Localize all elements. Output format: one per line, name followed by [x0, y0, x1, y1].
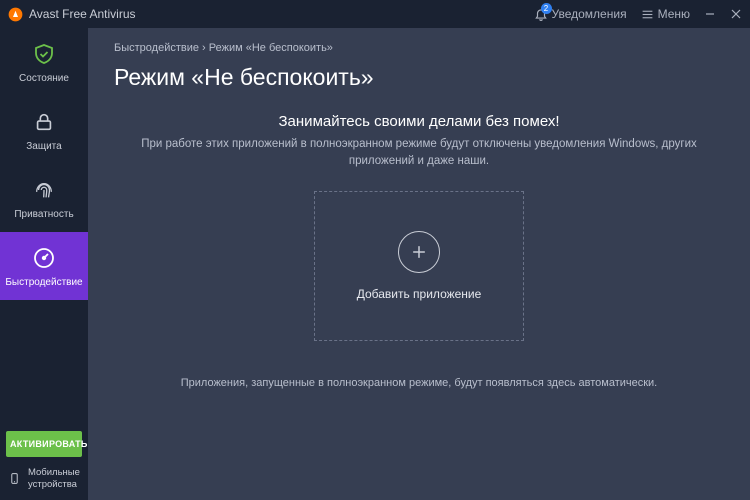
hamburger-icon: [641, 8, 654, 21]
sidebar-item-performance[interactable]: Быстродействие: [0, 232, 88, 300]
mobile-label: Мобильные устройства: [28, 467, 80, 490]
gauge-icon: [31, 245, 57, 271]
bell-icon: 2: [534, 7, 548, 21]
app-window: Avast Free Antivirus 2 Уведомления Меню: [0, 0, 750, 500]
titlebar-right: 2 Уведомления Меню: [534, 7, 742, 21]
mobile-icon: [8, 472, 22, 485]
sidebar-item-label: Приватность: [14, 209, 73, 220]
sidebar-item-label: Быстродействие: [5, 277, 82, 288]
notifications-button[interactable]: 2 Уведомления: [534, 7, 627, 21]
add-application-label: Добавить приложение: [357, 287, 482, 301]
footer-note: Приложения, запущенные в полноэкранном р…: [114, 377, 724, 389]
sidebar-bottom: АКТИВИРОВАТЬ Мобильные устройства: [0, 423, 88, 500]
sidebar-item-privacy[interactable]: Приватность: [0, 164, 88, 232]
titlebar-left: Avast Free Antivirus: [8, 7, 136, 22]
activate-button[interactable]: АКТИВИРОВАТЬ: [6, 431, 82, 457]
menu-label: Меню: [658, 7, 690, 21]
close-button[interactable]: [730, 8, 742, 20]
sidebar-item-status[interactable]: Состояние: [0, 28, 88, 96]
page-title: Режим «Не беспокоить»: [114, 64, 724, 91]
mobile-devices-link[interactable]: Мобильные устройства: [6, 467, 82, 490]
notifications-badge: 2: [541, 3, 552, 14]
subtext: При работе этих приложений в полноэкранн…: [114, 136, 724, 169]
headline: Занимайтесь своими делами без помех!: [114, 113, 724, 130]
sidebar-item-protection[interactable]: Защита: [0, 96, 88, 164]
lock-icon: [31, 109, 57, 135]
titlebar: Avast Free Antivirus 2 Уведомления Меню: [0, 0, 750, 28]
shield-check-icon: [31, 41, 57, 67]
add-application-dropzone[interactable]: Добавить приложение: [314, 191, 524, 341]
app-name: Avast Free Antivirus: [29, 7, 136, 21]
plus-icon: [398, 231, 440, 273]
notifications-label: Уведомления: [552, 7, 627, 21]
sidebar-item-label: Защита: [26, 141, 61, 152]
main-content: Быстродействие › Режим «Не беспокоить» Р…: [88, 28, 750, 500]
sidebar-item-label: Состояние: [19, 73, 69, 84]
sidebar: Состояние Защита Приватность: [0, 28, 88, 500]
menu-button[interactable]: Меню: [641, 7, 690, 21]
breadcrumb: Быстродействие › Режим «Не беспокоить»: [114, 42, 724, 54]
body: Состояние Защита Приватность: [0, 28, 750, 500]
fingerprint-icon: [31, 177, 57, 203]
avast-logo-icon: [8, 7, 23, 22]
sidebar-items: Состояние Защита Приватность: [0, 28, 88, 423]
minimize-button[interactable]: [704, 8, 716, 20]
